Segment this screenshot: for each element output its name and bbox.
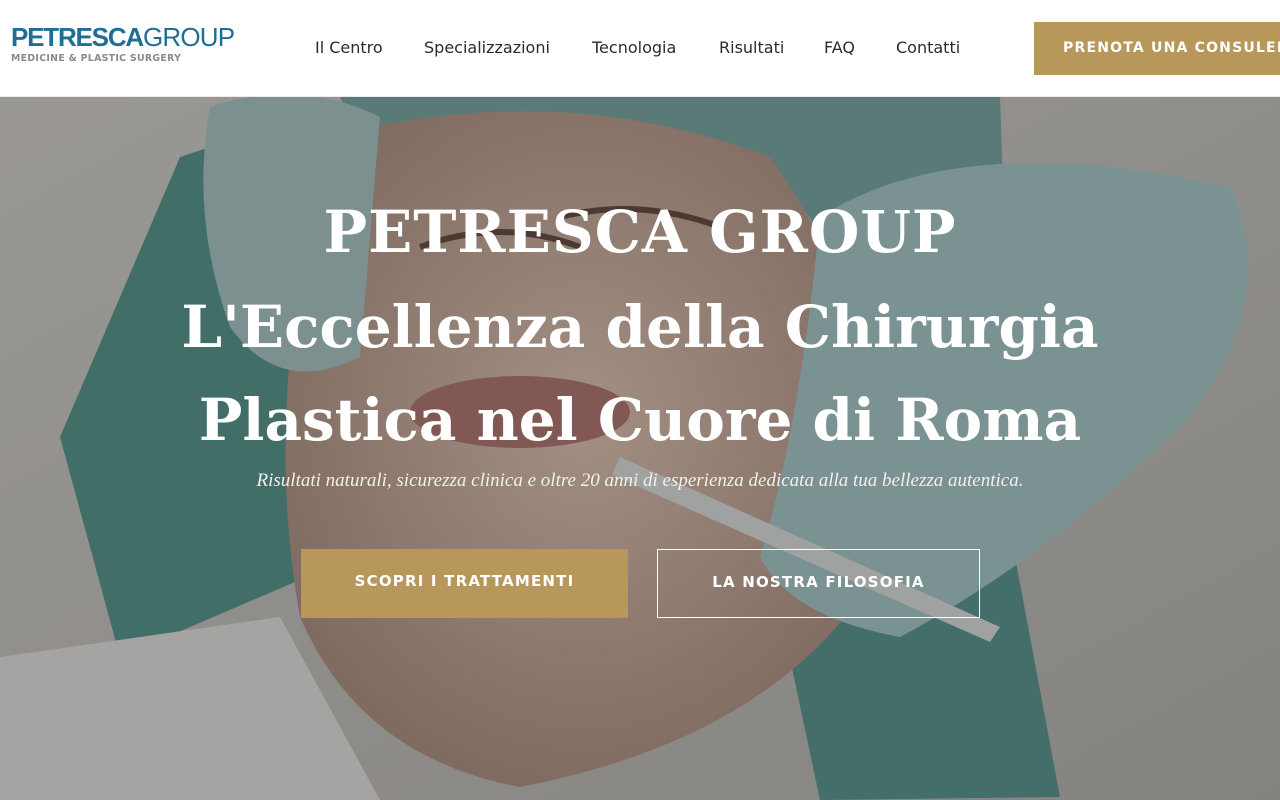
nav-item-risultati[interactable]: Risultati bbox=[719, 37, 784, 59]
nav-item-faq[interactable]: FAQ bbox=[824, 37, 855, 59]
nav-item-tecnologia[interactable]: Tecnologia bbox=[592, 37, 676, 59]
nav-item-specializzazioni[interactable]: Specializzazioni bbox=[424, 37, 550, 59]
main-nav: Il Centro Specializzazioni Tecnologia Ri… bbox=[0, 0, 1000, 97]
hero-title-line-2: L'Eccellenza della Chirurgia bbox=[181, 293, 1099, 361]
nav-item-contatti[interactable]: Contatti bbox=[896, 37, 960, 59]
book-consultation-button[interactable]: PRENOTA UNA CONSULENZA bbox=[1034, 22, 1280, 75]
site-header: PETRESCA GROUP MEDICINE & PLASTIC SURGERY… bbox=[0, 0, 1280, 97]
nav-item-il-centro[interactable]: Il Centro bbox=[315, 37, 383, 59]
hero-title-line-3: Plastica nel Cuore di Roma bbox=[198, 386, 1082, 454]
hero-subtitle: Risultati naturali, sicurezza clinica e … bbox=[256, 470, 1024, 491]
our-philosophy-button[interactable]: LA NOSTRA FILOSOFIA bbox=[657, 549, 980, 618]
hero-title-line-1: PETRESCA GROUP bbox=[323, 198, 957, 266]
hero-section: PETRESCA GROUP L'Eccellenza della Chirur… bbox=[0, 97, 1280, 800]
discover-treatments-button[interactable]: SCOPRI I TRATTAMENTI bbox=[301, 549, 628, 618]
